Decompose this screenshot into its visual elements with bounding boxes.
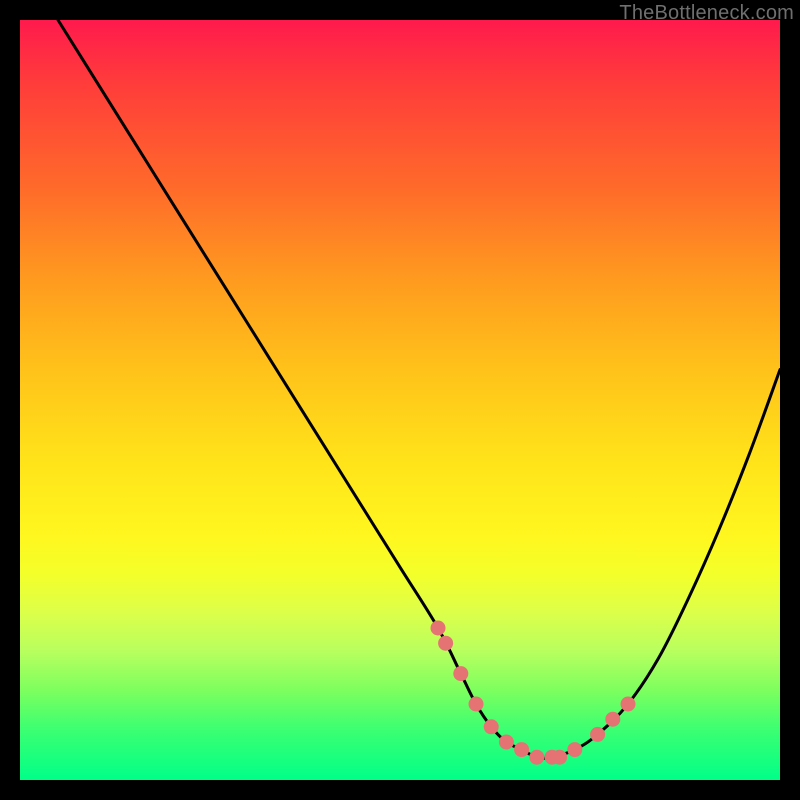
marker-dot xyxy=(431,621,446,636)
marker-dot xyxy=(567,742,582,757)
marker-dot xyxy=(469,697,484,712)
marker-dot xyxy=(590,727,605,742)
marker-dot xyxy=(552,750,567,765)
marker-dot xyxy=(605,712,620,727)
marker-layer xyxy=(431,621,636,765)
chart-stage: TheBottleneck.com xyxy=(0,0,800,800)
curve-layer xyxy=(58,20,780,758)
plot-area xyxy=(20,20,780,780)
marker-dot xyxy=(499,735,514,750)
marker-dot xyxy=(529,750,544,765)
marker-dot xyxy=(514,742,529,757)
marker-dot xyxy=(484,719,499,734)
curve-svg xyxy=(20,20,780,780)
marker-dot xyxy=(438,636,453,651)
marker-dot xyxy=(453,666,468,681)
bottleneck-curve xyxy=(58,20,780,758)
marker-dot xyxy=(621,697,636,712)
